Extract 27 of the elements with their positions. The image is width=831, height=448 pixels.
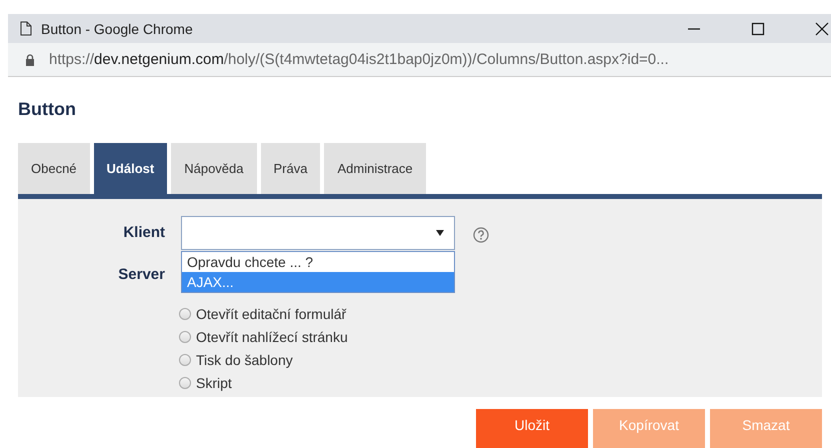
close-icon[interactable] (815, 22, 829, 36)
radio-label: Otevřít nahlížecí stránku (196, 328, 348, 344)
tab[interactable]: Nápověda (171, 143, 256, 194)
radio-button[interactable] (179, 330, 191, 342)
maximize-icon[interactable] (751, 22, 765, 36)
select-field[interactable] (181, 216, 455, 250)
page-heading: Button (18, 99, 77, 120)
tab[interactable]: Administrace (324, 143, 426, 194)
radio-button[interactable] (179, 376, 191, 388)
window-title: Button - Google Chrome (41, 20, 193, 36)
tab[interactable]: Událost (94, 143, 168, 194)
radio-label: Otevřít editační formulář (196, 306, 346, 322)
radio-label: Skript (196, 374, 232, 390)
lock-icon (25, 54, 35, 66)
radio-button[interactable] (179, 308, 191, 320)
url-text: https://dev.netgenium.com/holy/(S(t4mwtetag04is2t1bap0jz0m))/Columns/Button.aspx?id=0... (49, 51, 669, 68)
page-icon (20, 21, 32, 36)
dropdown-option[interactable]: Opravdu chcete ... ? (182, 252, 454, 272)
radio-label: Tisk do šablony (196, 352, 293, 368)
tab[interactable]: Obecné (18, 143, 90, 194)
tab[interactable]: Práva (260, 143, 320, 194)
radio-button[interactable] (179, 354, 191, 366)
field-label: Server (117, 265, 166, 285)
address-bar[interactable]: https://dev.netgenium.com/holy/(S(t4mwtetag04is2t1bap0jz0m))/Columns/Button.aspx?id=0... (8, 43, 831, 77)
caret-icon (436, 230, 444, 236)
field-label: Klient (122, 223, 166, 243)
help-icon[interactable] (473, 227, 489, 243)
